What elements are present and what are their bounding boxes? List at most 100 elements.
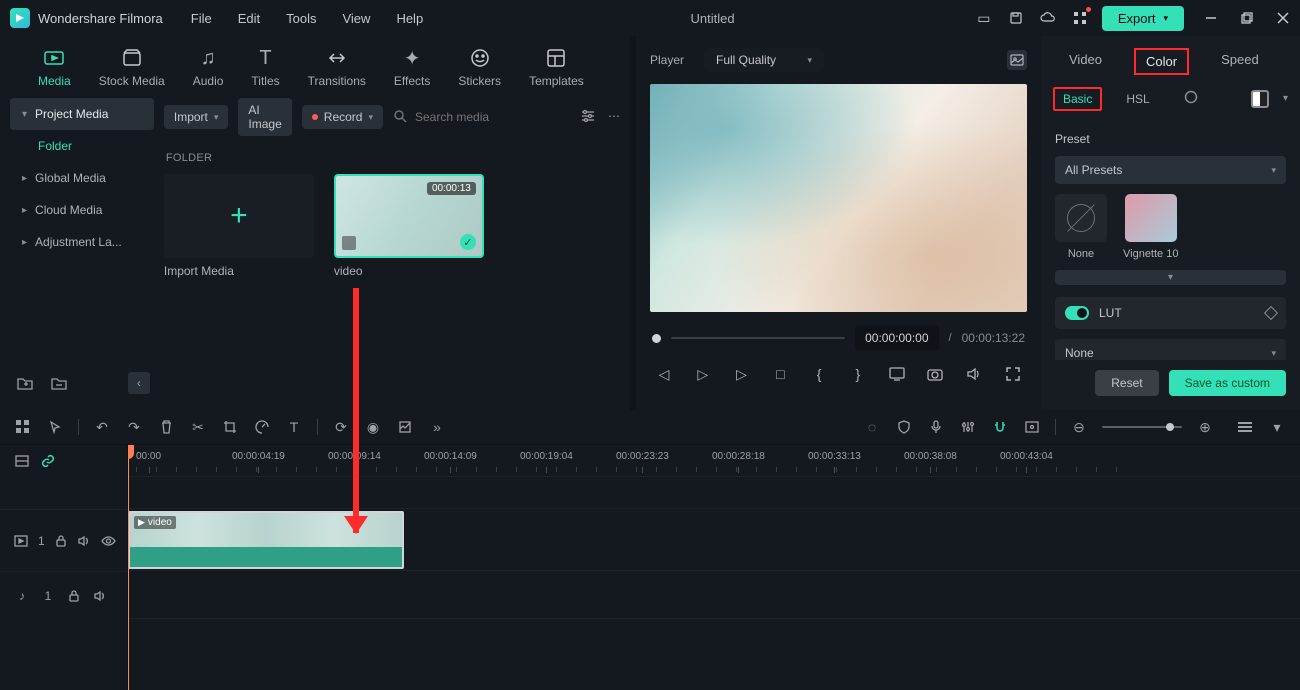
record-button[interactable]: Record▾: [302, 105, 383, 129]
zoom-out-icon[interactable]: ⊖: [1070, 418, 1088, 436]
inspector-tab-video[interactable]: Video: [1059, 48, 1112, 75]
tab-audio[interactable]: ♫Audio: [193, 46, 224, 88]
expand-presets[interactable]: ▾: [1055, 270, 1286, 285]
play-forward-icon[interactable]: ▷: [732, 364, 752, 384]
zoom-in-icon[interactable]: ⊕: [1196, 418, 1214, 436]
import-media-tile[interactable]: +: [164, 174, 314, 258]
video-clip-tile[interactable]: 00:00:13 ✓: [334, 174, 484, 258]
cloud-icon[interactable]: [1040, 10, 1056, 26]
tl-grid-icon[interactable]: [14, 418, 32, 436]
timeline-ruler[interactable]: 00:0000:00:04:1900:00:09:1400:00:14:0900…: [128, 445, 1300, 477]
mic-icon[interactable]: [927, 418, 945, 436]
keyframe-icon[interactable]: [1264, 306, 1278, 320]
tab-transitions[interactable]: Transitions: [308, 46, 366, 88]
seek-bar[interactable]: [671, 337, 845, 339]
track-layout-icon[interactable]: [14, 453, 30, 469]
sidebar-folder[interactable]: Folder: [10, 130, 154, 162]
mute-icon[interactable]: [77, 533, 91, 549]
import-button[interactable]: Import▾: [164, 105, 229, 129]
save-custom-button[interactable]: Save as custom: [1169, 370, 1286, 396]
magnet-icon[interactable]: [991, 418, 1009, 436]
preview-viewport[interactable]: [650, 84, 1027, 312]
preset-vignette[interactable]: [1125, 194, 1177, 242]
subtab-curves[interactable]: [1174, 85, 1208, 112]
search-input[interactable]: [415, 110, 570, 124]
apps-icon[interactable]: [1072, 10, 1088, 26]
frame-icon[interactable]: [1023, 418, 1041, 436]
subtab-basic[interactable]: Basic: [1053, 87, 1102, 111]
delete-icon[interactable]: [157, 418, 175, 436]
sidebar-global-media[interactable]: ▸Global Media: [10, 162, 154, 194]
split-icon[interactable]: ✂: [189, 418, 207, 436]
tab-stock-media[interactable]: Stock Media: [99, 46, 165, 88]
adjustment-icon[interactable]: [396, 418, 414, 436]
color-wheel-icon[interactable]: ◉: [364, 418, 382, 436]
tab-templates[interactable]: Templates: [529, 46, 584, 88]
device-icon[interactable]: ▭: [976, 10, 992, 26]
inspector-tab-speed[interactable]: Speed: [1211, 48, 1269, 75]
sidebar-cloud-media[interactable]: ▸Cloud Media: [10, 194, 154, 226]
close-button[interactable]: [1276, 11, 1290, 25]
ai-image-button[interactable]: AI Image: [238, 98, 291, 136]
visibility-icon[interactable]: [101, 533, 116, 549]
tl-view-icon[interactable]: [1236, 418, 1254, 436]
display-icon[interactable]: [887, 364, 907, 384]
stop-icon[interactable]: □: [770, 364, 790, 384]
mute-icon[interactable]: [92, 588, 108, 604]
menu-tools[interactable]: Tools: [286, 11, 316, 26]
marker-dot-icon[interactable]: ◌: [863, 418, 881, 436]
snapshot-icon[interactable]: [1007, 50, 1027, 70]
tl-settings-icon[interactable]: ▾: [1268, 418, 1286, 436]
playhead[interactable]: [128, 445, 129, 690]
mixer-icon[interactable]: [959, 418, 977, 436]
speed-icon[interactable]: [253, 418, 271, 436]
filter-icon[interactable]: [580, 109, 596, 126]
tab-stickers[interactable]: Stickers: [458, 46, 501, 88]
sidebar-adjustment-layer[interactable]: ▸Adjustment La...: [10, 226, 154, 258]
panel-menu-icon[interactable]: ▾: [1283, 93, 1288, 104]
menu-edit[interactable]: Edit: [238, 11, 260, 26]
crop-icon[interactable]: [221, 418, 239, 436]
mark-in-icon[interactable]: {: [809, 364, 829, 384]
subtab-hsl[interactable]: HSL: [1116, 87, 1159, 111]
more-tools-icon[interactable]: »: [428, 418, 446, 436]
mark-out-icon[interactable]: }: [848, 364, 868, 384]
sidebar-project-media[interactable]: ▾Project Media: [10, 98, 154, 130]
tab-effects[interactable]: ✦Effects: [394, 46, 430, 88]
save-icon[interactable]: [1008, 10, 1024, 26]
compare-icon[interactable]: [1251, 90, 1269, 108]
camera-icon[interactable]: [925, 364, 945, 384]
lock-icon[interactable]: [55, 533, 67, 549]
tl-cursor-icon[interactable]: [46, 418, 64, 436]
redo-icon[interactable]: ↷: [125, 418, 143, 436]
preset-none[interactable]: [1055, 194, 1107, 242]
more-icon[interactable]: ⋯: [608, 109, 620, 126]
link-icon[interactable]: [40, 453, 56, 469]
minimize-button[interactable]: [1204, 11, 1218, 25]
text-tool-icon[interactable]: T: [285, 418, 303, 436]
menu-view[interactable]: View: [342, 11, 370, 26]
new-bin-icon[interactable]: [48, 372, 70, 394]
reset-button[interactable]: Reset: [1095, 370, 1158, 396]
inspector-tab-color[interactable]: Color: [1134, 48, 1189, 75]
lock-icon[interactable]: [66, 588, 82, 604]
export-button[interactable]: Export▾: [1102, 6, 1184, 31]
play-icon[interactable]: ▷: [693, 364, 713, 384]
quality-select[interactable]: Full Quality▾: [704, 48, 824, 72]
volume-icon[interactable]: [964, 364, 984, 384]
shield-icon[interactable]: [895, 418, 913, 436]
collapse-sidebar-icon[interactable]: ‹: [128, 372, 150, 394]
lut-dropdown[interactable]: None▾: [1055, 339, 1286, 360]
tab-media[interactable]: Media: [38, 46, 71, 88]
maximize-button[interactable]: [1240, 11, 1254, 25]
menu-file[interactable]: File: [191, 11, 212, 26]
preset-dropdown[interactable]: All Presets▾: [1055, 156, 1286, 184]
lut-toggle[interactable]: [1065, 306, 1089, 320]
new-folder-icon[interactable]: [14, 372, 36, 394]
zoom-slider[interactable]: [1102, 426, 1182, 428]
menu-help[interactable]: Help: [396, 11, 423, 26]
tab-titles[interactable]: TTitles: [251, 46, 279, 88]
seek-handle[interactable]: [652, 334, 661, 343]
refresh-icon[interactable]: ⟳: [332, 418, 350, 436]
prev-frame-icon[interactable]: ◁: [654, 364, 674, 384]
